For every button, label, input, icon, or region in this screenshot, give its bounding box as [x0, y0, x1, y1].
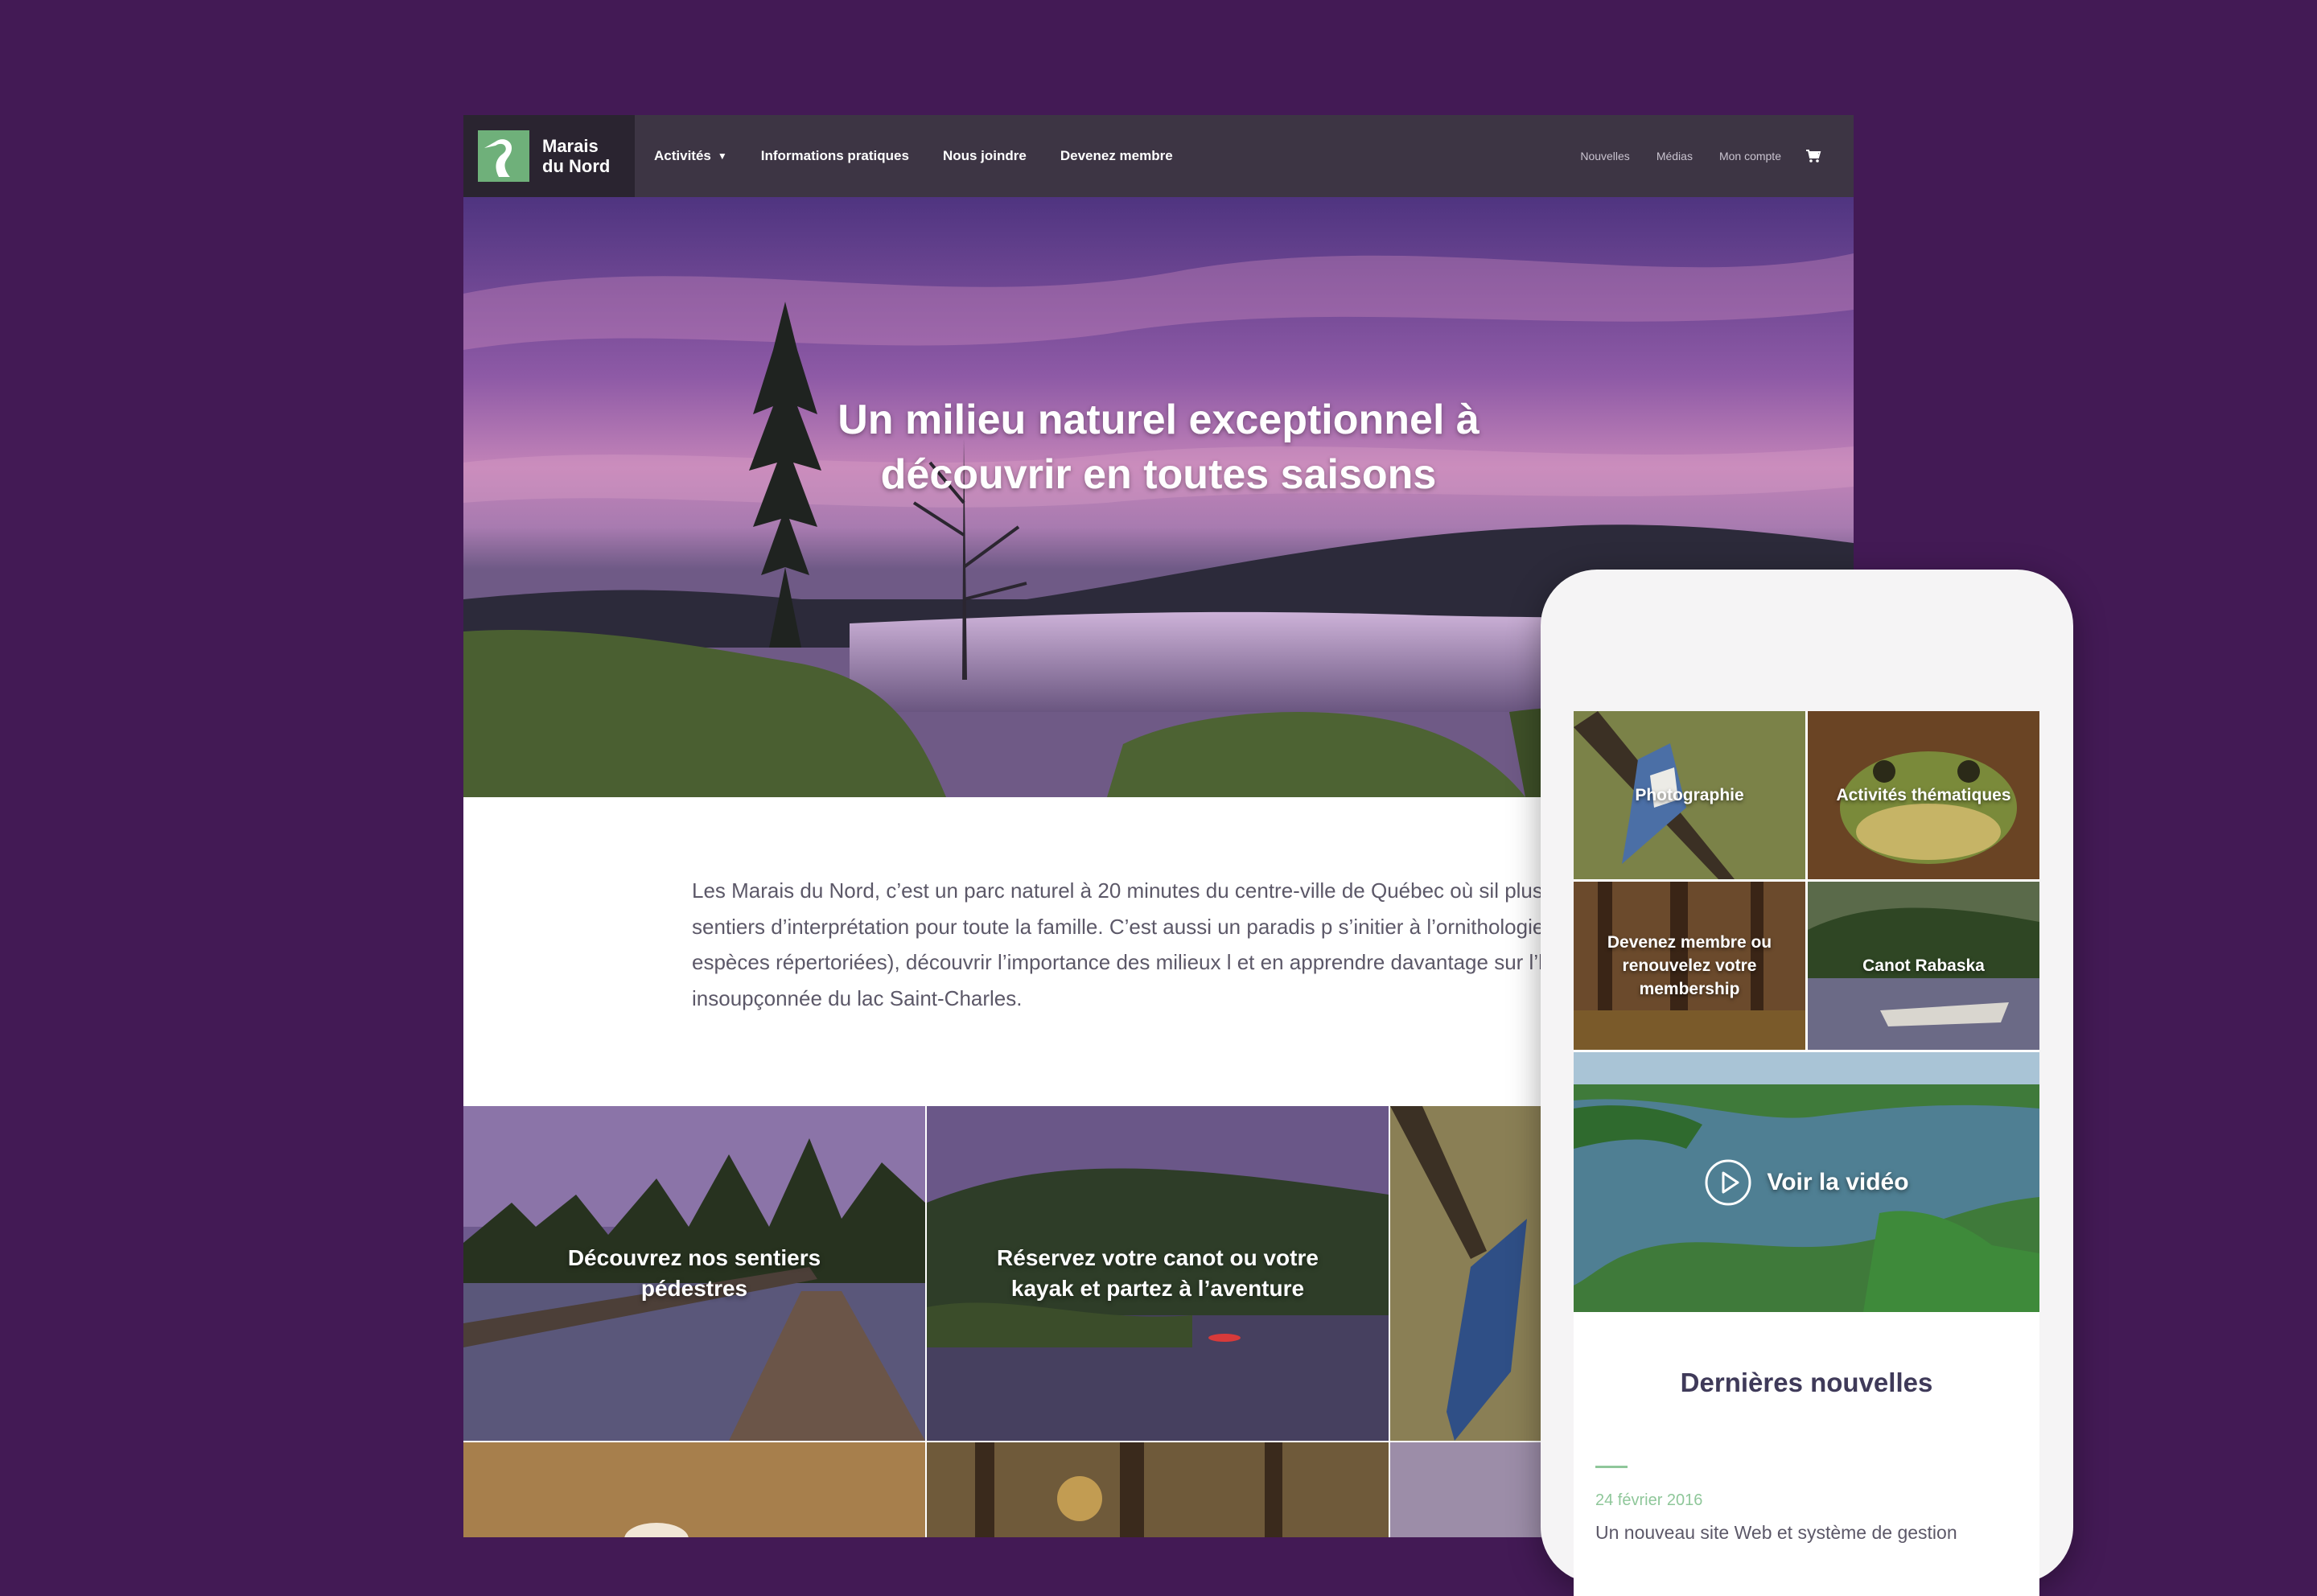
tile-sentiers[interactable]: Découvrez nos sentiers pédestres: [463, 1106, 925, 1441]
chevron-down-icon: ▼: [717, 150, 727, 162]
mobile-tile-canot-rabaska[interactable]: Canot Rabaska: [1808, 882, 2039, 1050]
mobile-tile-activites-thematiques[interactable]: Activités thématiques: [1808, 711, 2039, 879]
video-cta[interactable]: Voir la vidéo: [1704, 1158, 1909, 1207]
forest-image: [927, 1442, 1389, 1537]
nav-activites-label: Activités: [654, 148, 711, 163]
mobile-tile-activites-thematiques-label: Activités thématiques: [1836, 786, 2011, 804]
news-headline[interactable]: Un nouveau site Web et système de gestio…: [1595, 1522, 1957, 1544]
mobile-tile-membership[interactable]: Devenez membre ou renouvelez votre membe…: [1574, 882, 1805, 1050]
news-section-title: Dernières nouvelles: [1680, 1368, 1933, 1397]
tile-canot-kayak[interactable]: Réservez votre canot ou votre kayak et p…: [927, 1106, 1389, 1441]
nav-mon-compte[interactable]: Mon compte: [1719, 150, 1781, 162]
play-icon[interactable]: [1704, 1158, 1752, 1207]
flower-image: [463, 1442, 925, 1537]
mobile-tile-membership-label: Devenez membre ou renouvelez votre membe…: [1607, 933, 1772, 998]
video-label: Voir la vidéo: [1767, 1168, 1909, 1195]
news-date: 24 février 2016: [1595, 1491, 1703, 1509]
intro-paragraph: Les Marais du Nord, c’est un parc nature…: [692, 878, 1652, 1010]
phone-screen: Photographie Activités thématiques Deven…: [1574, 711, 2039, 1596]
tile-row2-left[interactable]: [463, 1442, 925, 1537]
mobile-tile-photographie[interactable]: Photographie: [1574, 711, 1805, 879]
tile-row2-middle[interactable]: [927, 1442, 1389, 1537]
tile-sentiers-label: Découvrez nos sentiers pédestres: [567, 1245, 821, 1301]
heron-logo-icon: [478, 130, 529, 182]
mobile-tile-photographie-label: Photographie: [1635, 786, 1744, 804]
mobile-tile-canot-rabaska-label: Canot Rabaska: [1862, 956, 1985, 975]
nav-medias[interactable]: Médias: [1656, 150, 1693, 162]
phone-mockup: Photographie Activités thématiques Deven…: [1541, 570, 2073, 1596]
mobile-video-tile[interactable]: Voir la vidéo: [1574, 1052, 2039, 1312]
news-divider: [1595, 1466, 1628, 1468]
nav-informations-pratiques[interactable]: Informations pratiques: [761, 148, 909, 164]
logo-text: Marais du Nord: [542, 136, 610, 176]
tile-canot-kayak-label: Réservez votre canot ou votre kayak et p…: [997, 1245, 1319, 1301]
logo-line-2: du Nord: [542, 156, 611, 176]
nav-activites[interactable]: Activités ▼: [654, 148, 727, 164]
cart-icon[interactable]: [1805, 148, 1821, 164]
top-navbar: Marais du Nord Activités ▼ Informations …: [463, 115, 1854, 197]
nav-nouvelles[interactable]: Nouvelles: [1580, 150, 1629, 162]
secondary-nav: Nouvelles Médias Mon compte: [1554, 115, 1821, 197]
logo-line-1: Marais: [542, 136, 599, 156]
nav-devenez-membre[interactable]: Devenez membre: [1060, 148, 1173, 164]
nav-nous-joindre[interactable]: Nous joindre: [943, 148, 1027, 164]
site-logo[interactable]: Marais du Nord: [463, 115, 635, 197]
hero-title: Un milieu naturel exceptionnel à découvr…: [837, 397, 1480, 498]
main-nav: Activités ▼ Informations pratiques Nous …: [654, 148, 1207, 164]
